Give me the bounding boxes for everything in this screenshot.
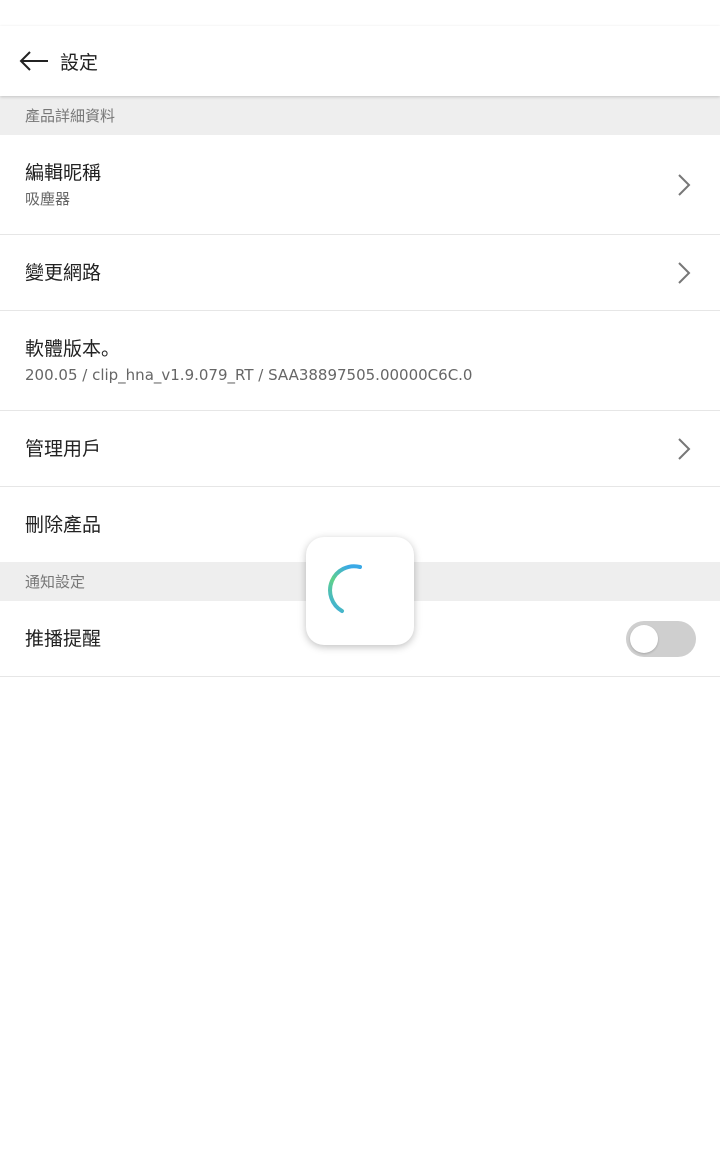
status-bar xyxy=(0,0,720,26)
settings-screen: 設定 產品詳細資料 編輯昵稱 吸塵器 變更網路 軟體版本。 200.05 / c… xyxy=(0,0,720,1152)
chevron-right-icon xyxy=(672,261,696,285)
change-network-row[interactable]: 變更網路 xyxy=(0,235,720,311)
delete-product-text: 刪除產品 xyxy=(25,512,696,538)
software-version-title: 軟體版本。 xyxy=(25,337,121,360)
chevron-right-icon xyxy=(672,173,696,197)
software-version-value: 200.05 / clip_hna_v1.9.079_RT / SAA38897… xyxy=(25,365,473,384)
app-bar: 設定 xyxy=(0,26,720,96)
manage-users-text: 管理用戶 xyxy=(25,436,672,462)
nickname-value: 吸塵器 xyxy=(25,189,71,208)
chevron-right-icon xyxy=(672,437,696,461)
back-button[interactable] xyxy=(10,37,58,85)
change-network-text: 變更網路 xyxy=(25,260,672,286)
toggle-knob xyxy=(630,624,658,653)
manage-users-row[interactable]: 管理用戶 xyxy=(0,411,720,487)
page-title: 設定 xyxy=(60,51,99,74)
edit-nickname-row[interactable]: 編輯昵稱 吸塵器 xyxy=(0,135,720,235)
loading-dialog xyxy=(306,537,414,645)
change-network-title: 變更網路 xyxy=(25,261,102,284)
arrow-left-icon xyxy=(19,51,48,71)
push-reminder-toggle[interactable] xyxy=(626,620,696,657)
manage-users-title: 管理用戶 xyxy=(25,437,102,460)
edit-nickname-title: 編輯昵稱 xyxy=(25,161,102,184)
edit-nickname-text: 編輯昵稱 吸塵器 xyxy=(25,160,672,210)
loading-spinner-icon xyxy=(328,564,362,613)
software-version-text: 軟體版本。 200.05 / clip_hna_v1.9.079_RT / SA… xyxy=(25,336,696,386)
delete-product-title: 刪除產品 xyxy=(25,513,102,536)
section-header-product-details: 產品詳細資料 xyxy=(0,96,720,135)
software-version-row: 軟體版本。 200.05 / clip_hna_v1.9.079_RT / SA… xyxy=(0,311,720,411)
